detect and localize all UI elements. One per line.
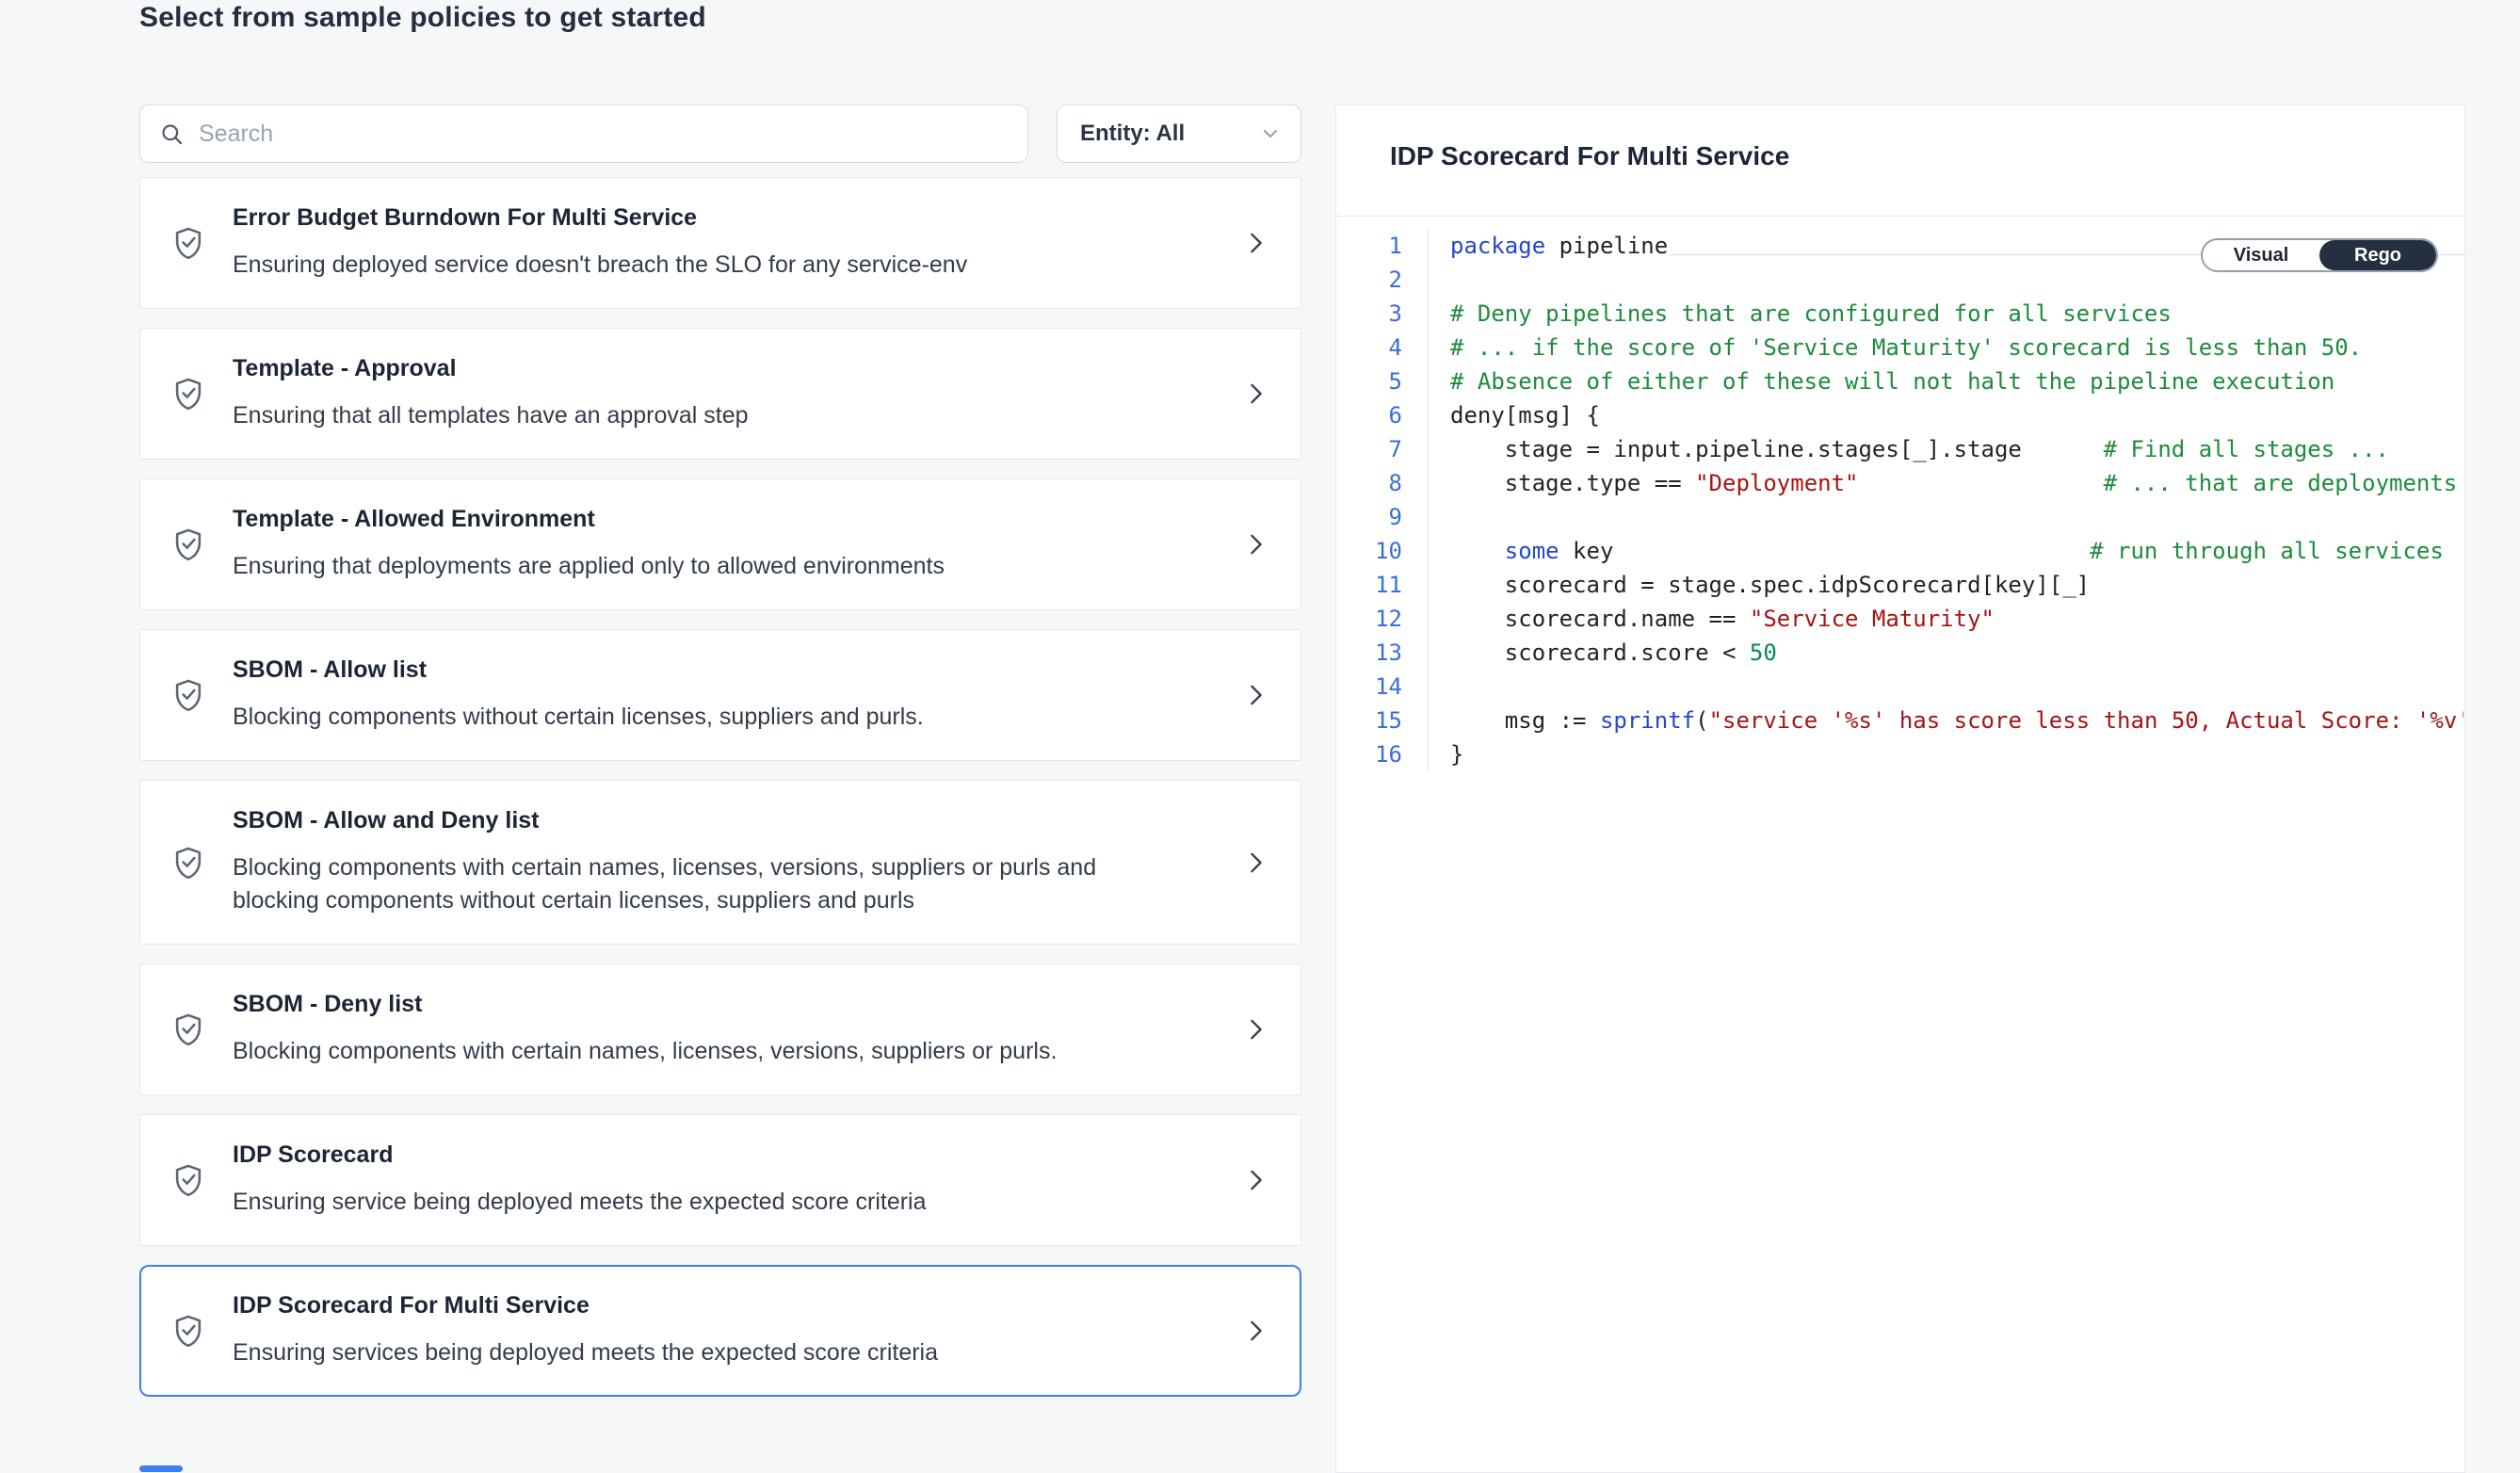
chevron-right-icon <box>1246 227 1267 259</box>
policy-title: IDP Scorecard For Multi Service <box>233 1292 1221 1319</box>
policy-description: Blocking components with certain names, … <box>233 1035 1184 1068</box>
policy-description: Ensuring service being deployed meets th… <box>233 1186 1184 1219</box>
policy-text: SBOM - Allow list Blocking components wi… <box>233 656 1221 734</box>
policy-title: Error Budget Burndown For Multi Service <box>233 204 1221 232</box>
chevron-down-icon <box>1259 122 1282 145</box>
policy-title: SBOM - Allow and Deny list <box>233 807 1221 834</box>
policy-description: Ensuring deployed service doesn't breach… <box>233 249 1184 282</box>
policy-list-item[interactable]: Template - Approval Ensuring that all te… <box>139 328 1301 460</box>
shield-check-icon <box>169 845 208 881</box>
entity-filter-button[interactable]: Entity: All <box>1057 105 1301 163</box>
search-input[interactable] <box>199 121 1009 148</box>
policy-text: Error Budget Burndown For Multi Service … <box>233 204 1221 282</box>
shield-check-icon <box>169 225 208 261</box>
policy-title: Template - Allowed Environment <box>233 506 1221 533</box>
policy-detail-panel: IDP Scorecard For Multi Service 12345678… <box>1335 105 2465 1473</box>
rego-tab[interactable]: Rego <box>2319 240 2436 270</box>
policy-list: Error Budget Burndown For Multi Service … <box>139 177 1301 1397</box>
chevron-right-icon <box>1246 1164 1267 1196</box>
policy-list-item[interactable]: SBOM - Allow list Blocking components wi… <box>139 629 1301 761</box>
policy-text: SBOM - Allow and Deny list Blocking comp… <box>233 807 1221 917</box>
chevron-right-icon <box>1246 528 1267 560</box>
policy-list-item[interactable]: SBOM - Deny list Blocking components wit… <box>139 963 1301 1095</box>
policy-list-item[interactable]: Error Budget Burndown For Multi Service … <box>139 177 1301 309</box>
chevron-right-icon <box>1246 1013 1267 1045</box>
page-title: Select from sample policies to get start… <box>139 2 706 34</box>
shield-check-icon <box>169 1313 208 1349</box>
chevron-right-icon <box>1246 679 1267 711</box>
code-editor[interactable]: 12345678910111213141516 package pipeline… <box>1336 217 2463 1471</box>
policy-text: Template - Approval Ensuring that all te… <box>233 355 1221 432</box>
policy-text: IDP Scorecard For Multi Service Ensuring… <box>233 1292 1221 1369</box>
shield-check-icon <box>169 526 208 562</box>
shield-check-icon <box>169 1012 208 1047</box>
view-toggle: Visual Rego <box>2201 238 2438 272</box>
policy-title: SBOM - Allow list <box>233 656 1221 684</box>
shield-check-icon <box>169 376 208 412</box>
policy-description: Ensuring services being deployed meets t… <box>233 1336 1184 1369</box>
search-icon <box>159 121 185 147</box>
search-box[interactable] <box>139 105 1028 163</box>
policy-description: Ensuring that all templates have an appr… <box>233 399 1184 432</box>
detail-title: IDP Scorecard For Multi Service <box>1390 141 1789 171</box>
code-lines: package pipeline# Deny pipelines that ar… <box>1429 229 2463 1471</box>
policy-list-item[interactable]: IDP Scorecard For Multi Service Ensuring… <box>139 1265 1301 1397</box>
policy-description: Blocking components without certain lice… <box>233 701 1184 734</box>
shield-check-icon <box>169 677 208 713</box>
policy-description: Blocking components with certain names, … <box>233 851 1184 917</box>
policy-list-item[interactable]: Template - Allowed Environment Ensuring … <box>139 478 1301 610</box>
policy-text: SBOM - Deny list Blocking components wit… <box>233 991 1221 1068</box>
filter-bar: Entity: All <box>139 105 1301 163</box>
policy-title: IDP Scorecard <box>233 1141 1221 1169</box>
chevron-right-icon <box>1246 847 1267 879</box>
code-gutter: 12345678910111213141516 <box>1336 229 1429 771</box>
entity-filter-label: Entity: All <box>1080 121 1185 147</box>
policy-text: IDP Scorecard Ensuring service being dep… <box>233 1141 1221 1219</box>
shield-check-icon <box>169 1162 208 1198</box>
policy-list-item[interactable]: IDP Scorecard Ensuring service being dep… <box>139 1114 1301 1246</box>
policy-text: Template - Allowed Environment Ensuring … <box>233 506 1221 583</box>
horizontal-scrollbar-thumb[interactable] <box>139 1465 183 1472</box>
visual-tab[interactable]: Visual <box>2203 240 2319 270</box>
policy-title: SBOM - Deny list <box>233 991 1221 1018</box>
policy-list-item[interactable]: SBOM - Allow and Deny list Blocking comp… <box>139 780 1301 945</box>
chevron-right-icon <box>1246 1315 1267 1347</box>
policy-description: Ensuring that deployments are applied on… <box>233 550 1184 583</box>
policy-title: Template - Approval <box>233 355 1221 382</box>
chevron-right-icon <box>1246 378 1267 410</box>
